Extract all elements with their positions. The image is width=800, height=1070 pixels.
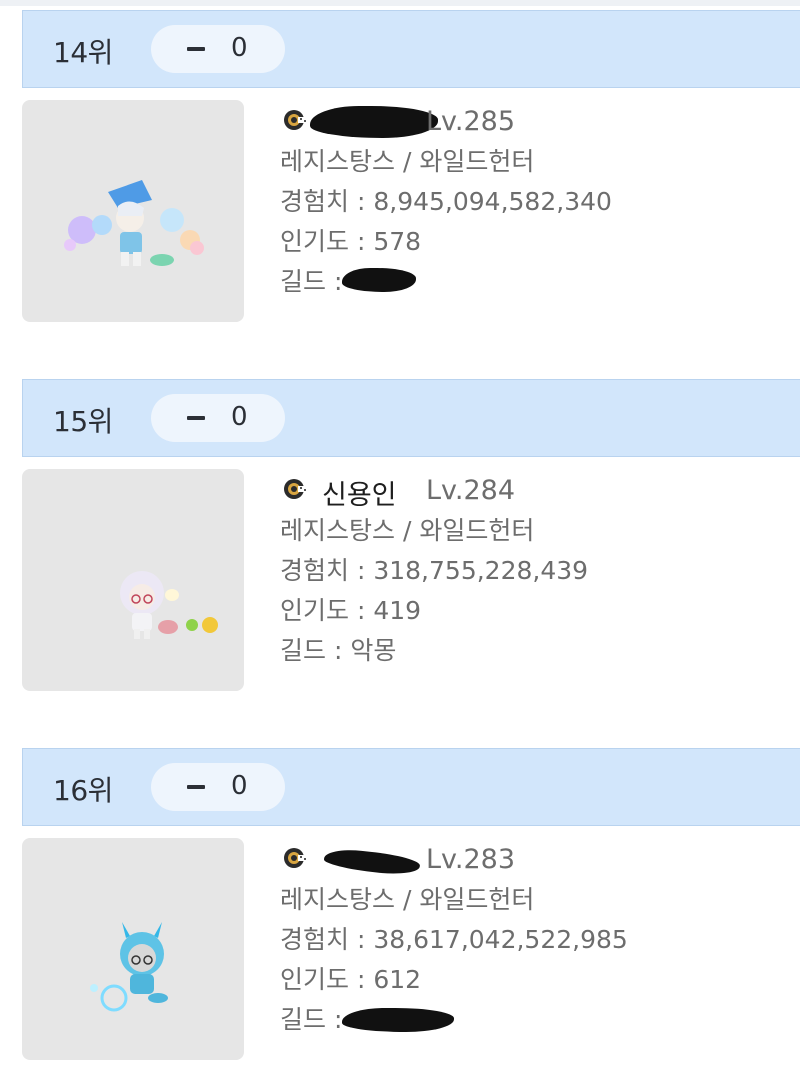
exp-line: 경험치 : 318,755,228,439: [280, 551, 800, 591]
exp-label: 경험치: [280, 925, 350, 954]
separator: :: [349, 187, 374, 216]
character-info: Lv.285 레지스탕스 / 와일드헌터 경험치 : 8,945,094,582…: [280, 102, 800, 302]
fame-label: 인기도: [280, 596, 350, 625]
dash-icon: [187, 47, 205, 51]
rank-change-value: 0: [231, 33, 248, 63]
rank-number: 14위: [53, 36, 113, 69]
fame-line: 인기도 : 612: [280, 960, 800, 1000]
separator: :: [349, 556, 374, 585]
rank-change-value: 0: [231, 402, 248, 432]
guild-label: 길드: [280, 267, 327, 296]
rank-header: 15위 0: [22, 379, 800, 457]
fame-line: 인기도 : 578: [280, 222, 800, 262]
rank-change-badge: 0: [151, 763, 285, 811]
fame-label: 인기도: [280, 227, 350, 256]
character-name[interactable]: 신용인: [322, 473, 397, 512]
separator: :: [349, 227, 374, 256]
character-level: Lv.285: [426, 106, 516, 137]
guild-line: 길드 :: [280, 1000, 800, 1040]
redaction-mark: [342, 1008, 454, 1032]
name-row: 신용인 Lv.284: [280, 471, 800, 511]
redaction-mark: [310, 106, 438, 138]
job-line: 레지스탕스 / 와일드헌터: [280, 885, 535, 914]
ranking-entry[interactable]: 16위 0 Lv.283 레지스탕스 / 와일드헌터 경험치: 38,617,…: [0, 748, 800, 1068]
fame-value: 578: [373, 227, 422, 256]
exp-value: 38,617,042,522,985: [373, 925, 628, 954]
previous-row-edge: [0, 0, 800, 6]
name-row: Lv.283: [280, 840, 800, 880]
guild-line: 길드 : 악몽: [280, 631, 800, 671]
exp-value: 8,945,094,582,340: [373, 187, 612, 216]
guild-emblem-icon: [284, 848, 310, 868]
exp-label: 경험치: [280, 187, 350, 216]
exp-value: 318,755,228,439: [373, 556, 589, 585]
exp-line: 경험치 : 8,945,094,582,340: [280, 182, 800, 222]
rank-change-badge: 0: [151, 25, 285, 73]
separator: :: [326, 636, 351, 665]
dash-icon: [187, 785, 205, 789]
character-sprite: [120, 571, 218, 639]
exp-label: 경험치: [280, 556, 350, 585]
character-sprite: [90, 922, 168, 1012]
guild-label: 길드: [280, 1005, 327, 1034]
separator: :: [326, 267, 343, 296]
character-avatar[interactable]: [22, 100, 244, 322]
ranking-entry[interactable]: 14위 0 Lv.285 레지스탕스 / 와일드헌터 경험치: 8,945,0…: [0, 10, 800, 330]
fame-label: 인기도: [280, 965, 350, 994]
exp-line: 경험치 : 38,617,042,522,985: [280, 920, 800, 960]
character-info: 신용인 Lv.284 레지스탕스 / 와일드헌터 경험치 : 318,755,2…: [280, 471, 800, 671]
ranking-page: 14위 0 Lv.285 레지스탕스 / 와일드헌터 경험치: 8,945,0…: [0, 0, 800, 1070]
separator: :: [349, 596, 374, 625]
rank-number: 15위: [53, 405, 113, 438]
character-avatar[interactable]: [22, 838, 244, 1060]
ranking-entry[interactable]: 15위 0 신용인 Lv.284 레지스탕스 / 와일드헌터 경험치: 318…: [0, 379, 800, 699]
name-row: Lv.285: [280, 102, 800, 142]
fame-value: 612: [373, 965, 422, 994]
guild-emblem-icon: [284, 110, 310, 130]
dash-icon: [187, 416, 205, 420]
character-level: Lv.283: [426, 844, 516, 875]
redaction-mark: [342, 268, 416, 292]
fame-line: 인기도 : 419: [280, 591, 800, 631]
character-avatar[interactable]: [22, 469, 244, 691]
guild-line: 길드 :: [280, 262, 800, 302]
character-info: Lv.283 레지스탕스 / 와일드헌터 경험치 : 38,617,042,52…: [280, 840, 800, 1040]
guild-value[interactable]: 악몽: [350, 636, 396, 665]
character-level: Lv.284: [426, 475, 516, 506]
rank-number: 16위: [53, 774, 113, 807]
separator: :: [326, 1005, 343, 1034]
rank-header: 16위 0: [22, 748, 800, 826]
rank-header: 14위 0: [22, 10, 800, 88]
job-line: 레지스탕스 / 와일드헌터: [280, 516, 535, 545]
rank-change-value: 0: [231, 771, 248, 801]
job-line: 레지스탕스 / 와일드헌터: [280, 147, 535, 176]
guild-label: 길드: [280, 636, 327, 665]
fame-value: 419: [373, 596, 422, 625]
redaction-mark: [323, 847, 421, 877]
rank-change-badge: 0: [151, 394, 285, 442]
character-sprite: [64, 180, 204, 266]
separator: :: [349, 965, 374, 994]
guild-emblem-icon: [284, 479, 310, 499]
separator: :: [349, 925, 374, 954]
